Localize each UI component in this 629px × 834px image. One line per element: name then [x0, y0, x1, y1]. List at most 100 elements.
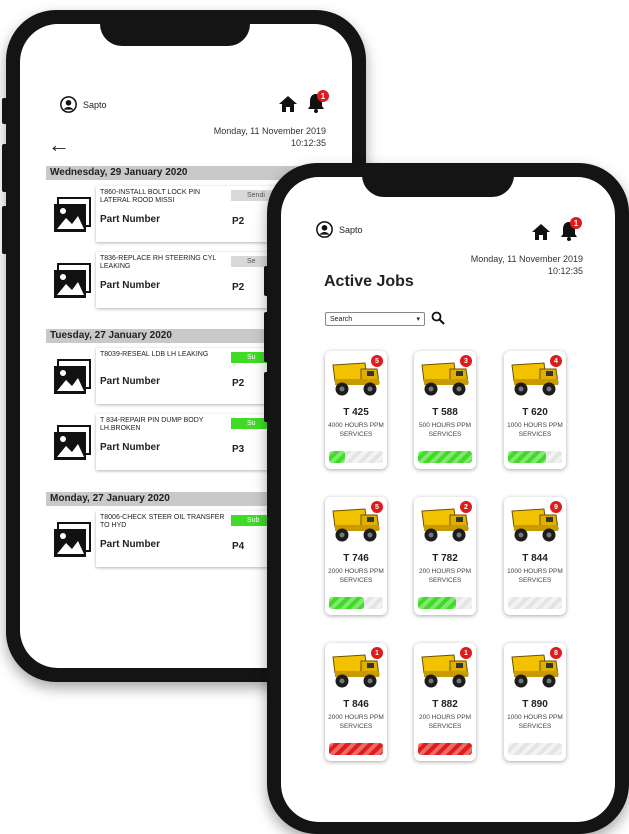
unit-name: T 620 [522, 407, 548, 418]
page-title: Active Jobs [324, 273, 414, 290]
image-placeholder-icon [54, 425, 91, 460]
job-count-badge: 8 [550, 647, 562, 659]
service-type: 1000 HOURS PPM SERVICES [507, 714, 563, 730]
datetime: Monday, 11 November 2019 10:12:35 [441, 253, 583, 277]
progress-bar [329, 597, 383, 609]
unit-name: T 746 [343, 553, 369, 564]
user-profile[interactable]: Sapto [60, 96, 107, 113]
progress-bar [329, 743, 383, 755]
unit-name: T 846 [343, 699, 369, 710]
image-placeholder-icon [54, 263, 91, 298]
date-text: Monday, 11 November 2019 [470, 254, 583, 264]
unit-card[interactable]: 5 T 425 4000 HOURS PPM SERVICES [325, 351, 387, 469]
notification-badge: 1 [570, 217, 582, 229]
user-name: Sapto [339, 224, 363, 235]
job-title: T8039-RESEAL LDB LH LEAKING [100, 351, 209, 358]
part-number-label: Part Number [100, 376, 161, 387]
part-number-value: P3 [232, 444, 245, 455]
user-profile[interactable]: Sapto [316, 221, 363, 238]
service-type: 200 HOURS PPM SERVICES [418, 568, 472, 584]
service-type: 2000 HOURS PPM SERVICES [328, 714, 384, 730]
datetime: Monday, 11 November 2019 10:12:35 [190, 125, 326, 149]
notification-badge: 1 [317, 90, 329, 102]
unit-name: T 890 [522, 699, 548, 710]
part-number-value: P4 [232, 541, 245, 552]
user-avatar-icon [316, 221, 333, 238]
time-text: 10:12:35 [290, 138, 326, 148]
home-icon[interactable] [531, 222, 551, 242]
progress-fill [418, 597, 456, 609]
back-arrow-icon[interactable]: ← [48, 132, 70, 158]
front-phone-frame: Sapto 1 Monday, 11 November 2019 10:12:3… [267, 163, 629, 834]
user-name: Sapto [83, 99, 107, 110]
image-placeholder-icon [54, 359, 91, 394]
part-number-label: Part Number [100, 442, 161, 453]
job-count-badge: 5 [371, 355, 383, 367]
part-number-label: Part Number [100, 214, 161, 225]
side-button [2, 98, 8, 124]
unit-card[interactable]: 1 T 882 200 HOURS PPM SERVICES [414, 643, 476, 761]
progress-bar [508, 743, 562, 755]
part-number-value: P2 [232, 216, 245, 227]
progress-fill [329, 743, 383, 755]
job-count-badge: 9 [550, 501, 562, 513]
progress-bar [329, 451, 383, 463]
image-placeholder-icon [54, 522, 91, 557]
progress-bar [418, 743, 472, 755]
search-placeholder: Search [330, 316, 353, 323]
part-number-value: P2 [232, 378, 245, 389]
job-title: T8006-CHECK STEER OIL TRANSFER TO HYD [100, 514, 225, 529]
unit-name: T 425 [343, 407, 369, 418]
progress-fill [329, 451, 346, 463]
side-button [2, 144, 8, 192]
side-button [2, 206, 8, 254]
front-phone-screen: Sapto 1 Monday, 11 November 2019 10:12:3… [281, 177, 615, 822]
progress-fill [329, 597, 365, 609]
date-text: Monday, 11 November 2019 [213, 126, 326, 136]
unit-name: T 844 [522, 553, 548, 564]
unit-card[interactable]: 9 T 844 1000 HOURS PPM SERVICES [504, 497, 566, 615]
time-text: 10:12:35 [547, 266, 583, 276]
job-title: T836-REPLACE RH STEERING CYL LEAKING [100, 255, 217, 270]
phone-notch [100, 10, 250, 46]
unit-card[interactable]: 3 T 588 500 HOURS PPM SERVICES [414, 351, 476, 469]
service-type: 4000 HOURS PPM SERVICES [328, 422, 384, 438]
unit-card[interactable]: 1 T 846 2000 HOURS PPM SERVICES [325, 643, 387, 761]
part-number-label: Part Number [100, 539, 161, 550]
search-select[interactable]: Search ▾ [325, 312, 425, 326]
unit-card[interactable]: 4 T 620 1000 HOURS PPM SERVICES [504, 351, 566, 469]
user-avatar-icon [60, 96, 77, 113]
service-type: 1000 HOURS PPM SERVICES [507, 568, 563, 584]
search-icon[interactable] [431, 311, 445, 325]
service-type: 1000 HOURS PPM SERVICES [507, 422, 563, 438]
service-type: 2000 HOURS PPM SERVICES [328, 568, 384, 584]
unit-card[interactable]: 8 T 890 1000 HOURS PPM SERVICES [504, 643, 566, 761]
unit-name: T 882 [432, 699, 458, 710]
unit-name: T 782 [432, 553, 458, 564]
part-number-value: P2 [232, 282, 245, 293]
progress-bar [418, 597, 472, 609]
chevron-down-icon: ▾ [416, 316, 420, 323]
part-number-label: Part Number [100, 280, 161, 291]
job-count-badge: 4 [550, 355, 562, 367]
job-count-badge: 1 [371, 647, 383, 659]
image-placeholder-icon [54, 197, 91, 232]
unit-name: T 588 [432, 407, 458, 418]
progress-bar [508, 451, 562, 463]
job-count-badge: 5 [371, 501, 383, 513]
service-type: 200 HOURS PPM SERVICES [418, 714, 472, 730]
service-type: 500 HOURS PPM SERVICES [418, 422, 472, 438]
unit-card[interactable]: 2 T 782 200 HOURS PPM SERVICES [414, 497, 476, 615]
job-title: T860-INSTALL BOLT LOCK PIN LATERAL ROOD … [100, 189, 201, 204]
home-icon[interactable] [278, 94, 298, 114]
phone-notch [362, 163, 514, 197]
job-count-badge: 3 [460, 355, 472, 367]
progress-bar [418, 451, 472, 463]
progress-fill [418, 743, 472, 755]
job-title: T 834-REPAIR PIN DUMP BODY LH.BROKEN [100, 417, 204, 432]
unit-card[interactable]: 5 T 746 2000 HOURS PPM SERVICES [325, 497, 387, 615]
progress-fill [418, 451, 472, 463]
job-count-badge: 2 [460, 501, 472, 513]
job-count-badge: 1 [460, 647, 472, 659]
progress-fill [508, 451, 546, 463]
